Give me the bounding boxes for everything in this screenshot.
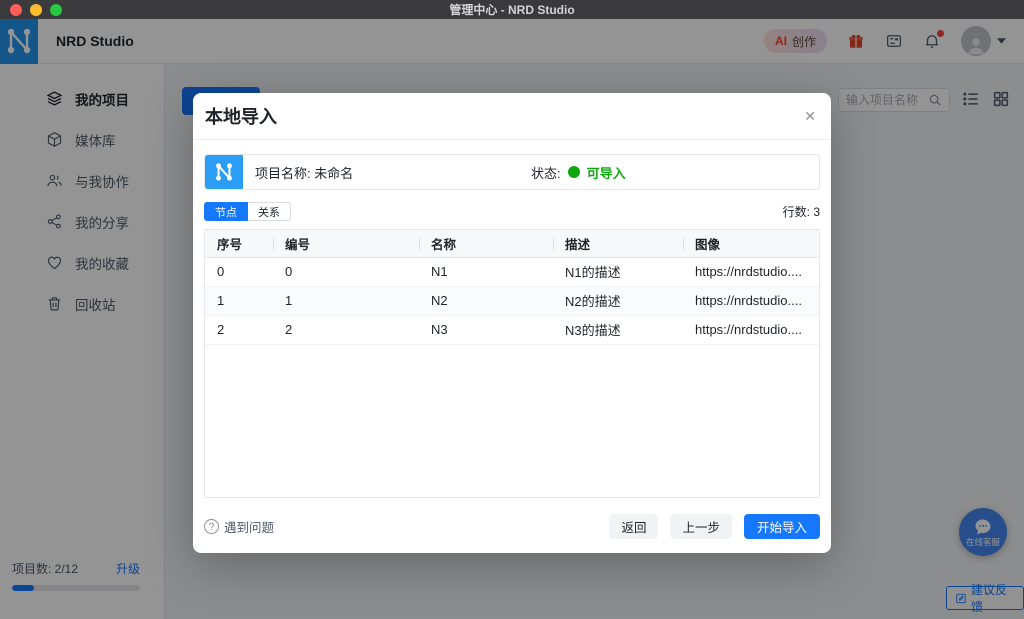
- cell-image-url: https://nrdstudio....: [683, 257, 819, 286]
- cell-index: 2: [205, 315, 273, 344]
- titlebar: 管理中心 - NRD Studio: [0, 0, 1024, 19]
- status-dot: [568, 166, 580, 178]
- cell-id: 2: [273, 315, 419, 344]
- cell-index: 1: [205, 286, 273, 315]
- status-badge: 可导入: [587, 163, 626, 182]
- window-title: 管理中心 - NRD Studio: [0, 1, 1024, 18]
- app-window: 管理中心 - NRD Studio NRD Studio AI 创作: [0, 0, 1024, 619]
- modal-title: 本地导入: [205, 103, 277, 129]
- import-preview-table: 序号 编号 名称 描述 图像 0 0 N1: [204, 229, 820, 498]
- tab-nodes[interactable]: 节点: [204, 202, 248, 221]
- table-header-row: 序号 编号 名称 描述 图像: [205, 230, 819, 257]
- nrd-logo-icon: [211, 159, 237, 185]
- table-row[interactable]: 2 2 N3 N3的描述 https://nrdstudio....: [205, 315, 819, 344]
- project-name: 项目名称: 未命名: [255, 163, 353, 182]
- cell-id: 1: [273, 286, 419, 315]
- row-count: 行数: 3: [783, 203, 820, 220]
- project-logo: [205, 154, 243, 190]
- help-icon: ?: [204, 519, 219, 534]
- data-type-tabs: 节点 关系: [204, 202, 291, 221]
- column-header: 名称: [419, 230, 553, 257]
- column-header: 描述: [553, 230, 683, 257]
- back-button[interactable]: 返回: [609, 514, 658, 539]
- cell-description: N2的描述: [553, 286, 683, 315]
- status-label: 状态:: [531, 163, 561, 182]
- local-import-modal: 本地导入 ✕ 项目名称: 未命名 状态: 可导入: [193, 93, 831, 553]
- project-info-bar: 项目名称: 未命名 状态: 可导入: [204, 154, 820, 190]
- help-link[interactable]: ? 遇到问题: [204, 517, 274, 536]
- close-icon[interactable]: ✕: [804, 109, 816, 123]
- table-row[interactable]: 0 0 N1 N1的描述 https://nrdstudio....: [205, 257, 819, 286]
- column-header: 序号: [205, 230, 273, 257]
- cell-description: N3的描述: [553, 315, 683, 344]
- previous-step-button[interactable]: 上一步: [670, 514, 732, 539]
- cell-name: N2: [419, 286, 553, 315]
- cell-name: N1: [419, 257, 553, 286]
- cell-image-url: https://nrdstudio....: [683, 286, 819, 315]
- help-label: 遇到问题: [224, 517, 274, 536]
- cell-index: 0: [205, 257, 273, 286]
- cell-description: N1的描述: [553, 257, 683, 286]
- start-import-button[interactable]: 开始导入: [744, 514, 820, 539]
- column-header: 编号: [273, 230, 419, 257]
- cell-image-url: https://nrdstudio....: [683, 315, 819, 344]
- table-row[interactable]: 1 1 N2 N2的描述 https://nrdstudio....: [205, 286, 819, 315]
- tab-relations[interactable]: 关系: [248, 202, 291, 221]
- cell-name: N3: [419, 315, 553, 344]
- column-header: 图像: [683, 230, 819, 257]
- cell-id: 0: [273, 257, 419, 286]
